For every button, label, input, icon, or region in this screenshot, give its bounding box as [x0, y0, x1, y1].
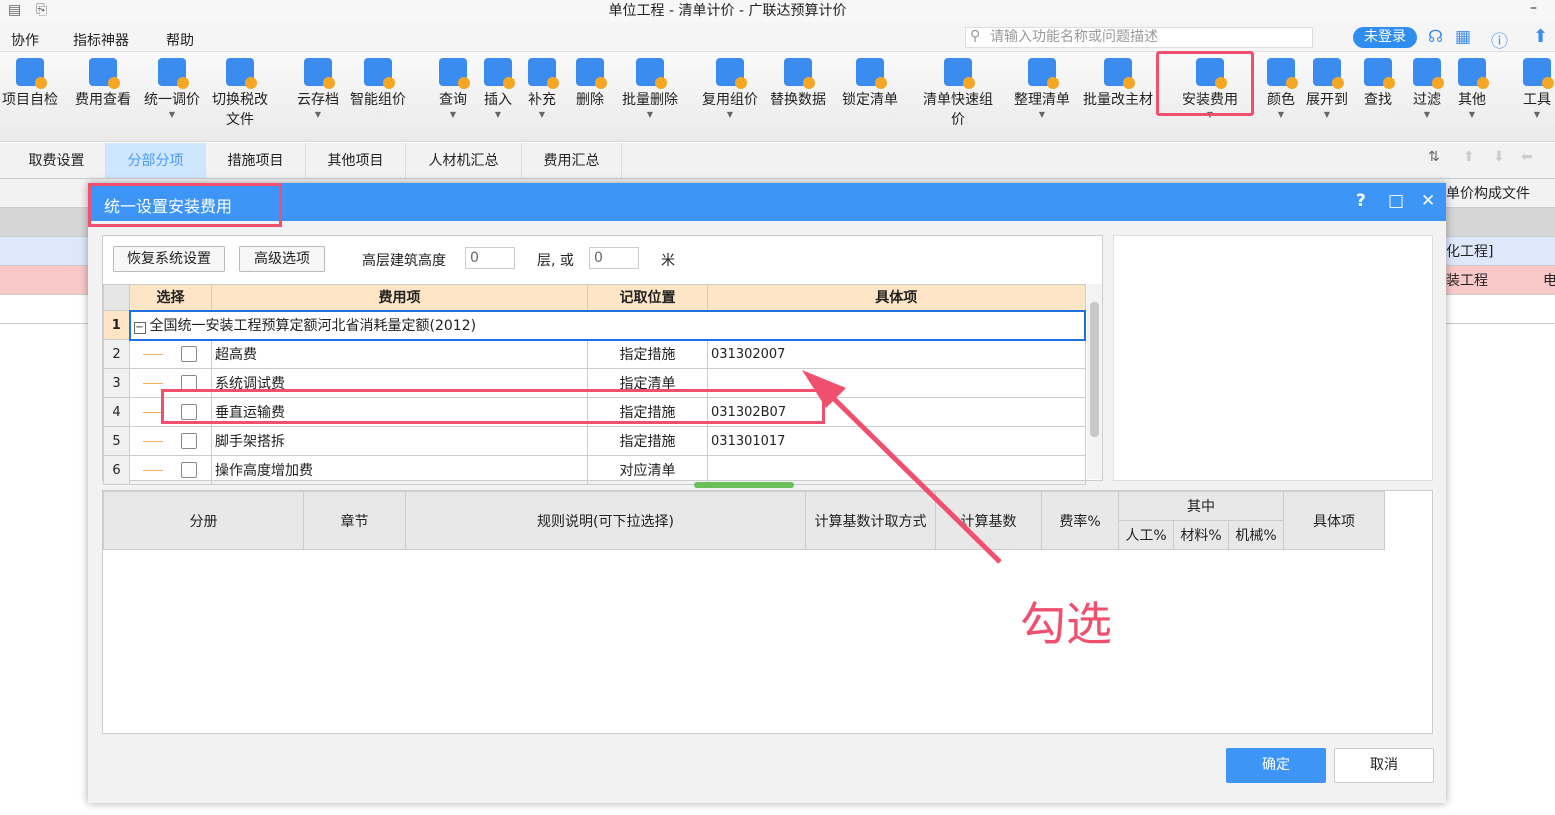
annotation-text: 勾选 [1020, 597, 1112, 651]
annotation-arrow [802, 370, 1002, 564]
